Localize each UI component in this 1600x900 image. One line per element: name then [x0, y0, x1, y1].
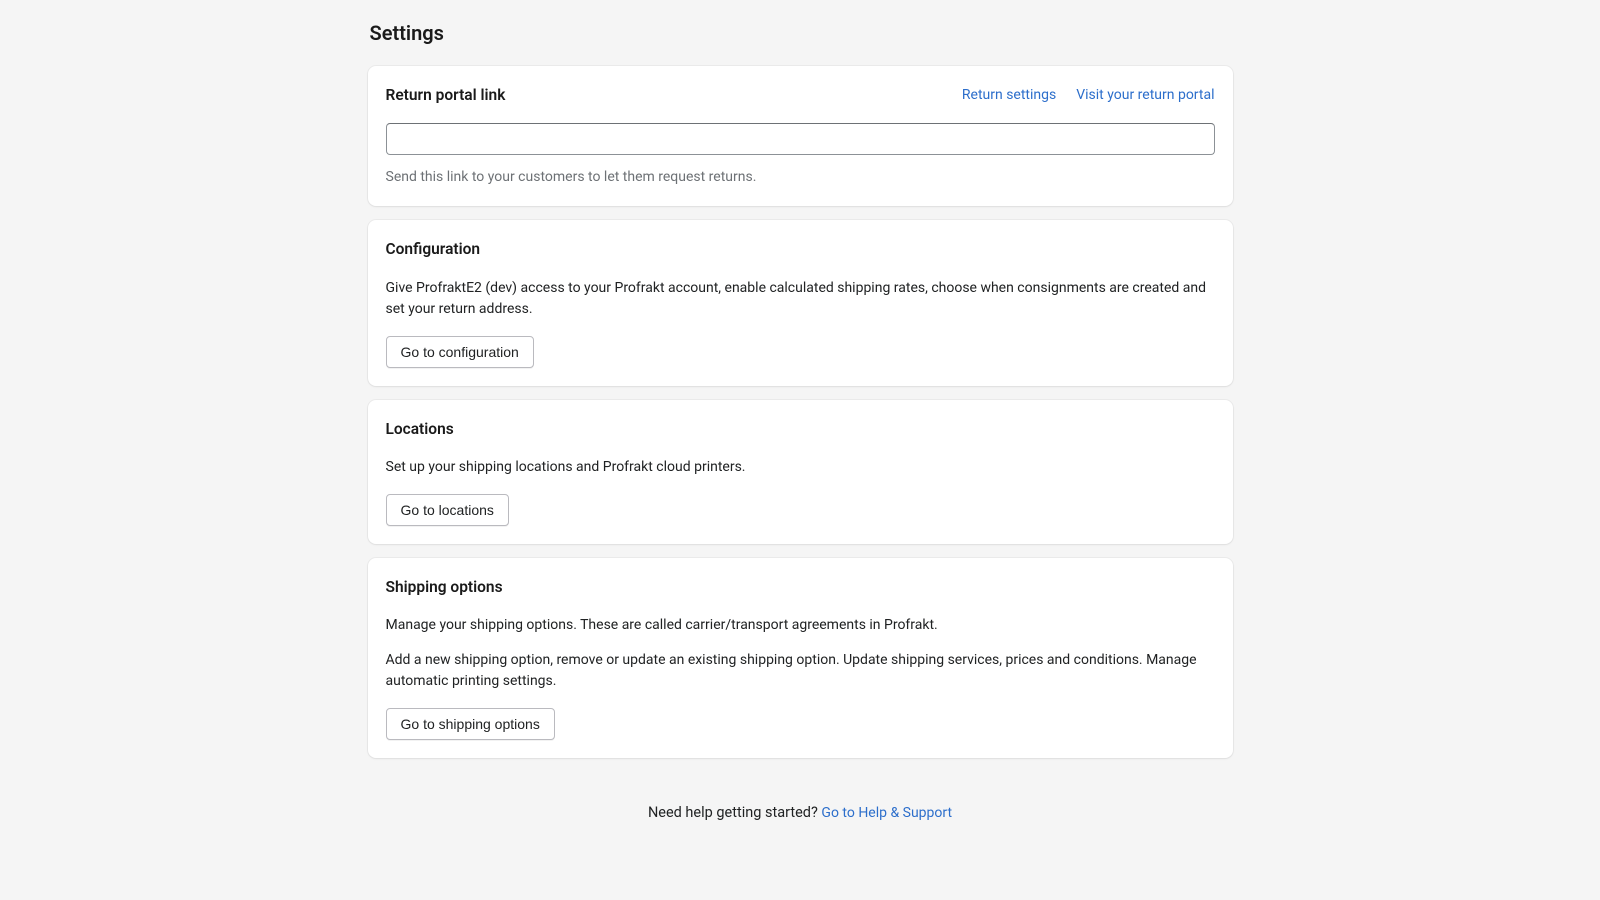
go-to-shipping-options-button[interactable]: Go to shipping options [386, 708, 555, 740]
go-to-configuration-button[interactable]: Go to configuration [386, 336, 534, 368]
return-portal-title: Return portal link [386, 84, 506, 107]
locations-header: Locations [386, 418, 1215, 441]
settings-page: Settings Return portal link Return setti… [368, 0, 1233, 864]
locations-card: Locations Set up your shipping locations… [368, 400, 1233, 544]
return-portal-link-input[interactable] [386, 123, 1215, 155]
help-support-link[interactable]: Go to Help & Support [821, 805, 952, 821]
shipping-options-description-1: Manage your shipping options. These are … [386, 615, 1215, 636]
shipping-options-card: Shipping options Manage your shipping op… [368, 558, 1233, 758]
page-title: Settings [368, 18, 1233, 48]
visit-return-portal-link[interactable]: Visit your return portal [1076, 85, 1214, 106]
configuration-card: Configuration Give ProfraktE2 (dev) acce… [368, 220, 1233, 385]
configuration-title: Configuration [386, 238, 481, 261]
go-to-locations-button[interactable]: Go to locations [386, 494, 509, 526]
shipping-options-title: Shipping options [386, 576, 503, 599]
return-settings-link[interactable]: Return settings [962, 85, 1056, 106]
configuration-description: Give ProfraktE2 (dev) access to your Pro… [386, 278, 1215, 320]
shipping-options-header: Shipping options [386, 576, 1215, 599]
locations-title: Locations [386, 418, 454, 441]
footer-help-text: Need help getting started? [648, 804, 821, 821]
return-portal-help-text: Send this link to your customers to let … [386, 167, 1215, 188]
shipping-options-description-2: Add a new shipping option, remove or upd… [386, 650, 1215, 692]
return-portal-links: Return settings Visit your return portal [962, 85, 1215, 106]
configuration-header: Configuration [386, 238, 1215, 261]
locations-description: Set up your shipping locations and Profr… [386, 457, 1215, 478]
return-portal-header: Return portal link Return settings Visit… [386, 84, 1215, 107]
return-portal-card: Return portal link Return settings Visit… [368, 66, 1233, 206]
footer-help: Need help getting started? Go to Help & … [368, 772, 1233, 864]
